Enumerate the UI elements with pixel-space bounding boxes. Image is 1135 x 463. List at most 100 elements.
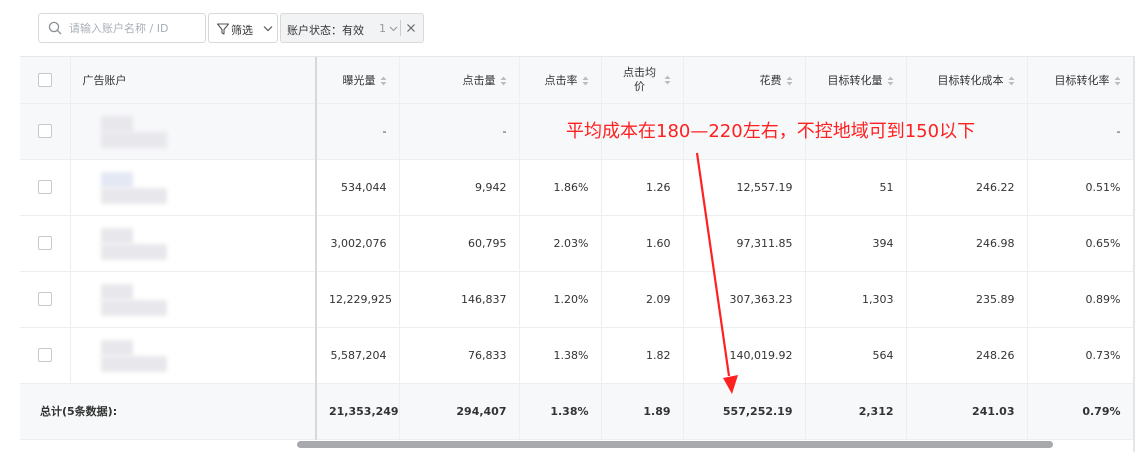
sort-icon[interactable] [664,75,671,85]
cell-ctr: 1.38% [519,327,602,384]
cell-cpc: 1.26 [601,159,684,216]
chevron-down-icon[interactable] [389,25,398,33]
sort-icon[interactable] [582,76,589,86]
cell-clicks: 146,837 [399,271,520,328]
blurred-account-name [83,114,173,148]
cell-clicks: 76,833 [399,327,520,384]
cell-conversion-rate: 0.65% [1027,215,1134,272]
cell-ctr: 1.86% [519,159,602,216]
column-header-label: 花费 [759,73,782,87]
cell-conversion-cost: 246.98 [906,215,1028,272]
filter-tag-label: 账户状态：有效 [287,24,364,37]
row-checkbox[interactable] [37,180,52,194]
filter-tag-account-status[interactable]: 账户状态：有效 1 [280,13,424,43]
filter-button[interactable]: 筛选 [208,13,278,43]
table-row[interactable]: 534,044 9,942 1.86% 1.26 12,557.19 51 24… [20,159,1134,216]
close-icon[interactable] [404,21,418,35]
blurred-account-name [83,282,173,316]
sort-icon[interactable] [786,76,793,86]
cell-conversions: 51 [805,159,907,216]
row-select-cell [20,215,71,272]
toolbar: 筛选 账户状态：有效 1 [0,0,1135,56]
cell-impressions: 12,229,925 [316,271,400,328]
table-row[interactable]: 5,587,204 76,833 1.38% 1.82 140,019.92 5… [20,327,1134,384]
cell-conversion-rate: 0.73% [1027,327,1134,384]
column-header-conversion-rate[interactable]: 目标转化率 [1027,57,1134,104]
column-header-cost[interactable]: 花费 [683,57,806,104]
filter-icon [216,23,230,35]
total-conversion-rate: 0.79% [1027,383,1134,440]
sort-icon[interactable] [887,76,894,86]
search-icon [48,21,62,35]
column-header-ctr[interactable]: 点击率 [519,57,602,104]
table-row[interactable]: 12,229,925 146,837 1.20% 2.09 307,363.23… [20,271,1134,328]
filter-tag-count: 1 [379,22,386,35]
data-table: 广告账户 曝光量 点击量 点击率 点击均价 花费 目标转化量 目标转化成本 目标… [20,56,1135,452]
account-name-cell[interactable] [70,159,317,216]
row-select-cell [20,159,71,216]
column-header-label: 点击率 [544,73,578,87]
search-input[interactable] [69,19,201,37]
sort-icon[interactable] [380,76,387,86]
select-all-cell [20,57,71,104]
horizontal-scrollbar[interactable] [297,441,1053,448]
column-header-impressions[interactable]: 曝光量 [316,57,400,104]
account-name-cell[interactable] [70,327,317,384]
total-cost: 557,252.19 [683,383,806,440]
annotation-text: 平均成本在180—220左右，不控地域可到150以下 [566,121,976,142]
cell-impressions: 5,587,204 [316,327,400,384]
total-impressions: 21,353,249 [316,383,400,440]
cell-conversions: 564 [805,327,907,384]
sort-icon[interactable] [1008,76,1015,86]
column-header-clicks[interactable]: 点击量 [399,57,520,104]
cell-impressions: 534,044 [316,159,400,216]
row-checkbox[interactable] [37,236,52,250]
cell-conversion-rate: 0.51% [1027,159,1134,216]
cell-ctr: 1.20% [519,271,602,328]
cell-impressions: - [316,103,400,160]
divider [400,20,401,36]
cell-clicks: - [399,103,520,160]
cell-impressions: 3,002,076 [316,215,400,272]
blurred-account-name [83,226,173,260]
column-header-label: 点击均价 [623,65,656,93]
cell-cpc: 1.60 [601,215,684,272]
filter-button-label: 筛选 [231,24,253,37]
account-name-cell[interactable] [70,215,317,272]
cell-cost: 307,363.23 [683,271,806,328]
row-select-cell [20,271,71,328]
row-checkbox[interactable] [37,292,52,306]
column-header-conversion-cost[interactable]: 目标转化成本 [906,57,1028,104]
column-header-cpc[interactable]: 点击均价 [601,57,684,104]
cell-cost: 12,557.19 [683,159,806,216]
total-conversions: 2,312 [805,383,907,440]
account-name-cell[interactable] [70,271,317,328]
row-select-cell [20,103,71,160]
column-header-label: 点击量 [462,73,496,87]
cell-ctr: 2.03% [519,215,602,272]
row-checkbox[interactable] [37,348,52,362]
chevron-down-icon [263,26,273,32]
sort-icon[interactable] [1114,76,1121,86]
cell-cpc: 1.82 [601,327,684,384]
cell-clicks: 9,942 [399,159,520,216]
cell-conversions: 1,303 [805,271,907,328]
totals-label: 总计(5条数据): [20,383,317,440]
cell-conversions: 394 [805,215,907,272]
blurred-account-name [83,338,173,372]
cell-cost: 140,019.92 [683,327,806,384]
total-clicks: 294,407 [399,383,520,440]
column-header-label: 曝光量 [342,73,376,87]
row-checkbox[interactable] [37,124,52,138]
cell-conversion-rate: - [1027,103,1134,160]
cell-conversion-cost: 235.89 [906,271,1028,328]
cell-cost: 97,311.85 [683,215,806,272]
table-row[interactable]: 3,002,076 60,795 2.03% 1.60 97,311.85 39… [20,215,1134,272]
row-select-cell [20,327,71,384]
select-all-checkbox[interactable] [37,72,52,87]
account-name-cell[interactable] [70,103,317,160]
column-header-conversions[interactable]: 目标转化量 [805,57,907,104]
sort-icon[interactable] [500,76,507,86]
cell-clicks: 60,795 [399,215,520,272]
search-box[interactable] [38,13,206,43]
